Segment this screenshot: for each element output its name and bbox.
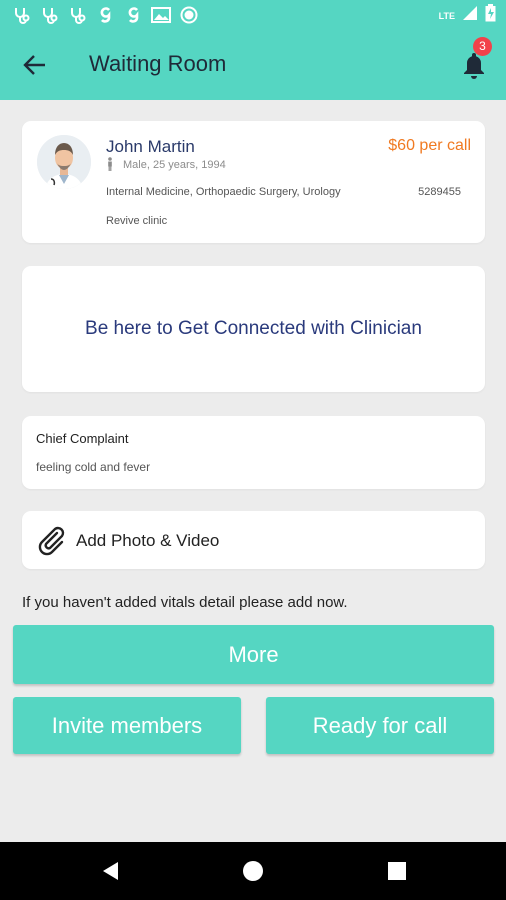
app-bar: Waiting Room	[0, 30, 506, 100]
photo-icon	[150, 4, 172, 26]
nav-home-icon[interactable]	[242, 860, 264, 882]
g-icon	[94, 4, 116, 26]
status-bar: LTE	[0, 0, 506, 30]
doctor-registration-number: 5289455	[418, 186, 461, 198]
nav-back-icon[interactable]	[100, 860, 122, 882]
stethoscope-icon	[66, 4, 88, 26]
chief-complaint-label: Chief Complaint	[36, 431, 129, 446]
signal-icon	[463, 6, 477, 25]
doctor-demographics: Male, 25 years, 1994	[123, 159, 226, 171]
notification-icons	[10, 4, 200, 26]
notification-count-badge: 3	[473, 37, 492, 56]
doctor-clinic: Revive clinic	[106, 215, 168, 227]
doctor-card: John Martin $60 per call Male, 25 years,…	[22, 121, 485, 243]
more-button[interactable]: More	[13, 625, 494, 684]
invite-members-button[interactable]: Invite members	[13, 697, 241, 754]
chief-complaint-card: Chief Complaint feeling cold and fever	[22, 416, 485, 489]
male-icon	[106, 157, 114, 171]
battery-icon	[485, 4, 496, 27]
nav-recents-icon[interactable]	[386, 860, 408, 882]
add-photo-video-label: Add Photo & Video	[76, 531, 220, 550]
back-arrow-icon[interactable]	[22, 52, 48, 78]
doctor-specialties: Internal Medicine, Orthopaedic Surgery, …	[106, 186, 341, 198]
connect-status-card: Be here to Get Connected with Clinician	[22, 266, 485, 392]
stethoscope-icon	[38, 4, 60, 26]
system-navigation-bar	[0, 842, 506, 900]
doctor-name: John Martin	[106, 137, 195, 156]
network-type: LTE	[438, 10, 455, 21]
page-title: Waiting Room	[89, 51, 227, 76]
connect-message: Be here to Get Connected with Clinician	[85, 318, 422, 339]
stethoscope-icon	[10, 4, 32, 26]
ready-for-call-button[interactable]: Ready for call	[266, 697, 494, 754]
g-icon	[122, 4, 144, 26]
doctor-avatar	[37, 135, 91, 189]
doctor-price: $60 per call	[388, 137, 471, 154]
chief-complaint-value: feeling cold and fever	[36, 460, 151, 474]
paperclip-icon	[36, 525, 68, 557]
add-photo-video-button[interactable]: Add Photo & Video	[22, 511, 485, 569]
vitals-note: If you haven't added vitals detail pleas…	[22, 594, 348, 611]
system-status: LTE	[439, 4, 496, 27]
circle-icon	[178, 4, 200, 26]
